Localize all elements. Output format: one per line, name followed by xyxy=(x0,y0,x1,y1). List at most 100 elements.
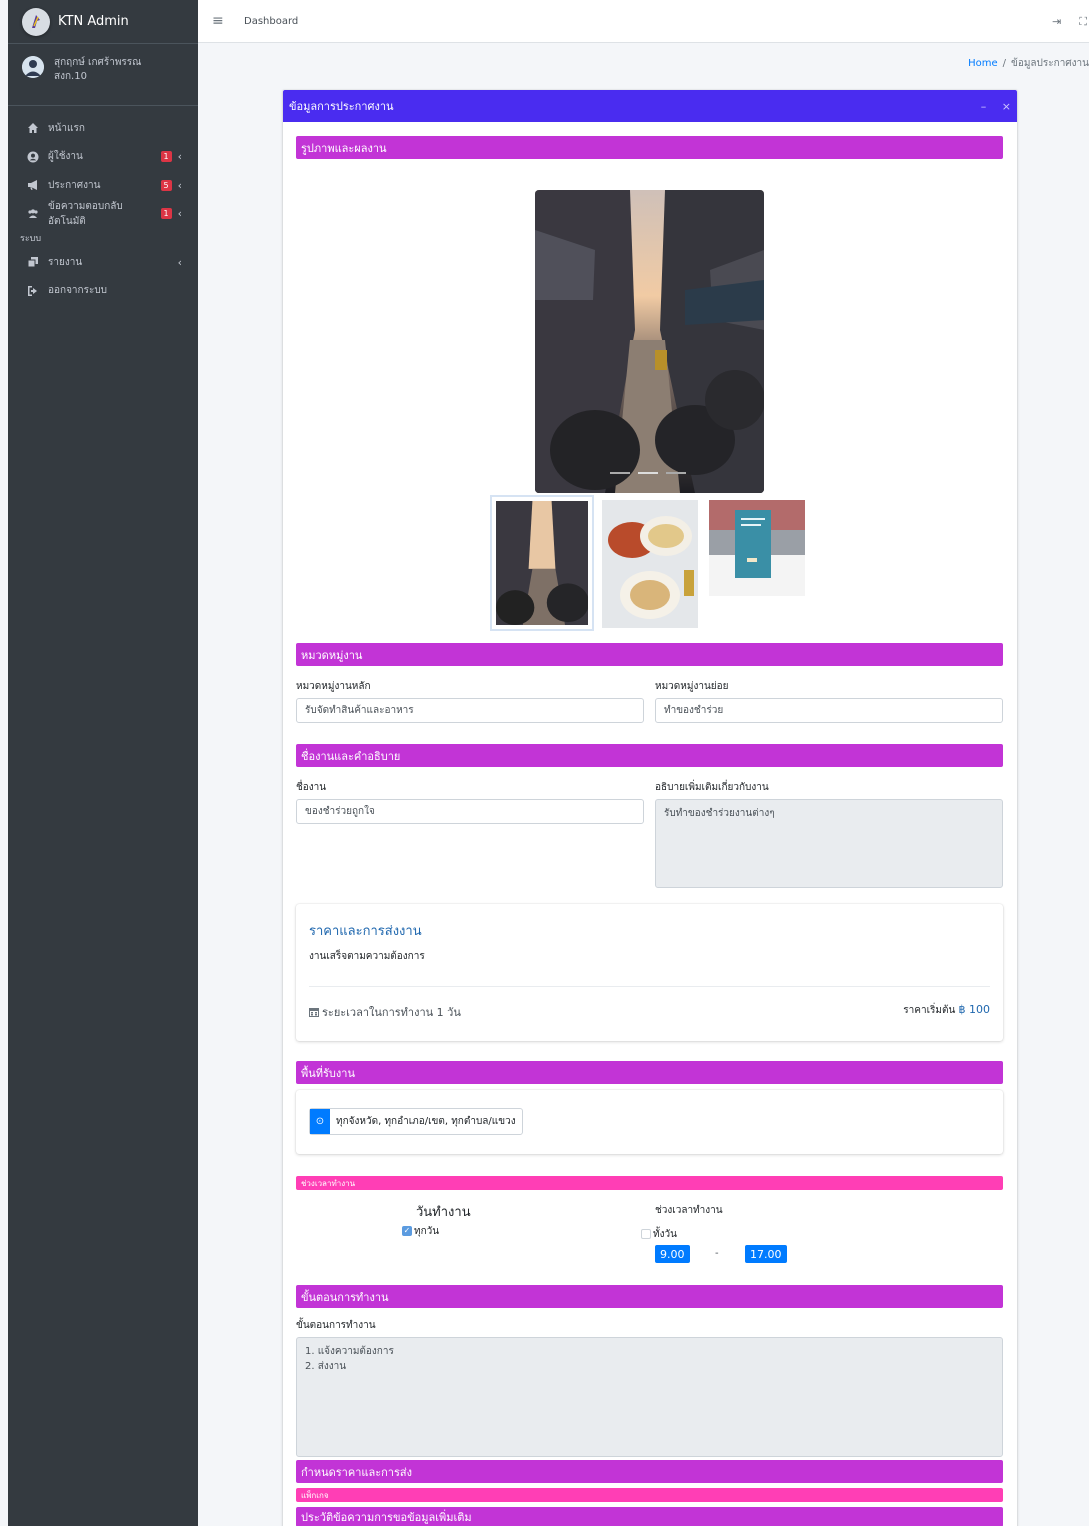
job-name-label: ชื่องาน xyxy=(296,782,327,793)
area-chip[interactable]: ⊙ ทุกจังหวัด, ทุกอำเภอ/เขต, ทุกตำบล/แขวง xyxy=(309,1108,523,1135)
sidebar-nav: หน้าแรก ผู้ใช้งาน 1 ‹ ประกาศงาน 5 ‹ ข้อค… xyxy=(8,114,198,305)
price-start-label: ราคาเริ่มต้น xyxy=(903,1005,956,1016)
breadcrumb-home-link[interactable]: Home xyxy=(968,58,998,69)
steps-label: ขั้นตอนการทำงาน xyxy=(296,1320,376,1331)
copy-icon xyxy=(26,255,40,269)
chevron-left-icon: ‹ xyxy=(177,255,182,269)
sidebar-item-label: ผู้ใช้งาน xyxy=(48,151,83,163)
sidebar-item-label: รายงาน xyxy=(48,256,83,268)
chevron-left-icon: ‹ xyxy=(177,207,182,221)
section-package: แพ็กเกจ xyxy=(296,1488,1003,1502)
brand-text: KTN Admin xyxy=(58,14,129,29)
user-circle-icon xyxy=(26,150,40,164)
section-pricing: กำหนดราคาและการส่ง xyxy=(296,1460,1003,1483)
all-day-label: ทั้งวัน xyxy=(653,1229,677,1240)
checkbox-unchecked-icon xyxy=(641,1229,651,1239)
sidebar: KTN Admin สุกฤกษ์ เกศร้าพรรณ สงก.10 หน้า… xyxy=(8,0,198,1526)
all-day-checkbox[interactable]: ทั้งวัน xyxy=(641,1227,677,1242)
notification-badge: 1 xyxy=(160,151,172,163)
price-start: ราคาเริ่มต้น ฿ 100 xyxy=(903,1003,990,1018)
start-time-badge: 9.00 xyxy=(655,1245,690,1263)
chevron-left-icon: ‹ xyxy=(177,178,182,192)
users-icon xyxy=(26,207,40,221)
section-work-time: ช่วงเวลาทำงาน xyxy=(296,1176,1003,1190)
fullscreen-icon[interactable]: ⛶ xyxy=(1079,15,1087,29)
end-time-badge: 17.00 xyxy=(745,1245,787,1263)
top-right-tools: ⇥ ⛶ xyxy=(1034,0,1089,43)
area-card: ⊙ ทุกจังหวัด, ทุกอำเภอ/เขต, ทุกตำบล/แขวง xyxy=(296,1090,1003,1154)
price-card: ราคาและการส่งงาน งานเสร็จตามความต้องการ … xyxy=(296,904,1003,1041)
price-start-amount: ฿ 100 xyxy=(958,1003,991,1016)
area-chip-text: ทุกจังหวัด, ทุกอำเภอ/เขต, ทุกตำบล/แขวง xyxy=(336,1116,516,1127)
breadcrumb-separator: / xyxy=(1002,58,1006,69)
notification-badge: 1 xyxy=(160,208,172,220)
top-navbar: ≡ Dashboard ⇥ ⛶ xyxy=(198,0,1089,43)
card-title: ข้อมูลการประกาศงาน xyxy=(289,100,394,113)
section-photos: รูปภาพและผลงาน xyxy=(296,136,1003,159)
price-description: งานเสร็จตามความต้องการ xyxy=(309,951,425,962)
breadcrumb-current: ข้อมูลประกาศงาน xyxy=(1010,58,1089,69)
every-day-checkbox[interactable]: ✓ ทุกวัน xyxy=(402,1224,439,1239)
price-duration-text: ระยะเวลาในการทำงาน 1 วัน xyxy=(322,1006,461,1019)
sub-category-label: หมวดหมู่งานย่อย xyxy=(655,681,729,692)
user-name-line2: สงก.10 xyxy=(54,71,87,82)
gallery-thumbnail-2[interactable] xyxy=(602,500,698,628)
price-title: ราคาและการส่งงาน xyxy=(309,924,422,939)
card-header: ข้อมูลการประกาศงาน – × xyxy=(283,90,1017,122)
divider xyxy=(309,986,990,987)
chevron-left-icon: ‹ xyxy=(177,150,182,164)
brand-link[interactable]: KTN Admin xyxy=(8,0,198,44)
card-tools: – × xyxy=(969,100,1011,113)
sidebar-item-auto-reply[interactable]: ข้อความตอบกลับอัตโนมัติ 1 ‹ xyxy=(8,200,198,229)
user-name-line1: สุกฤกษ์ เกศร้าพรรณ xyxy=(54,57,142,68)
home-icon xyxy=(26,121,40,135)
megaphone-icon xyxy=(26,178,40,192)
sidebar-item-label: ข้อความตอบกลับอัตโนมัติ xyxy=(48,200,123,227)
announcement-card: ข้อมูลการประกาศงาน – × รูปภาพและผลงาน หม… xyxy=(283,90,1017,1526)
every-day-label: ทุกวัน xyxy=(414,1226,440,1237)
user-name: สุกฤกษ์ เกศร้าพรรณ สงก.10 xyxy=(54,56,141,84)
check-circle-icon: ⊙ xyxy=(310,1109,330,1134)
time-separator: - xyxy=(715,1248,719,1259)
checkbox-checked-icon: ✓ xyxy=(402,1226,412,1236)
user-panel[interactable]: สุกฤกษ์ เกศร้าพรรณ สงก.10 xyxy=(8,44,198,106)
section-name-description: ชื่องานและคำอธิบาย xyxy=(296,744,1003,767)
hamburger-menu-icon[interactable]: ≡ xyxy=(212,13,226,29)
gallery-main-image[interactable] xyxy=(535,190,764,493)
section-history: ประวัติข้อความการขอข้อมูลเพิ่มเติม xyxy=(296,1507,1003,1526)
gallery-thumbnail-1[interactable] xyxy=(490,495,594,631)
dashboard-link[interactable]: Dashboard xyxy=(244,16,298,27)
main-category-label: หมวดหมู่งานหลัก xyxy=(296,681,371,692)
sidebar-item-label: ออกจากระบบ xyxy=(48,285,108,297)
work-days-title: วันทำงาน xyxy=(416,1205,471,1220)
sidebar-item-announcements[interactable]: ประกาศงาน 5 ‹ xyxy=(8,171,198,200)
job-name-field[interactable]: ของชำร่วยถูกใจ xyxy=(296,799,644,824)
section-category: หมวดหมู่งาน xyxy=(296,643,1003,666)
sidebar-item-label: ประกาศงาน xyxy=(48,179,101,191)
sidebar-item-logout[interactable]: ออกจากระบบ xyxy=(8,277,198,306)
section-area: พื้นที่รับงาน xyxy=(296,1061,1003,1084)
sub-category-field[interactable]: ทำของชำร่วย xyxy=(655,698,1003,723)
steps-textarea[interactable]: 1. แจ้งความต้องการ 2. ส่งงาน xyxy=(296,1337,1003,1457)
gallery-thumbnail-3[interactable] xyxy=(709,500,805,628)
sign-out-icon xyxy=(26,284,40,298)
work-hours-title: ช่วงเวลาทำงาน xyxy=(655,1205,723,1216)
notification-badge: 5 xyxy=(160,179,172,191)
job-description-label: อธิบายเพิ่มเติมเกี่ยวกับงาน xyxy=(655,782,769,793)
close-button[interactable]: × xyxy=(1002,100,1011,113)
sidebar-item-reports[interactable]: รายงาน ‹ xyxy=(8,248,198,277)
main-category-field[interactable]: รับจัดทำสินค้าและอาหาร xyxy=(296,698,644,723)
section-steps: ขั้นตอนการทำงาน xyxy=(296,1285,1003,1308)
brand-logo-icon xyxy=(22,7,50,36)
sidebar-item-users[interactable]: ผู้ใช้งาน 1 ‹ xyxy=(8,143,198,172)
calendar-icon xyxy=(309,1008,319,1017)
breadcrumb: Home / ข้อมูลประกาศงาน xyxy=(968,56,1089,71)
sign-out-icon[interactable]: ⇥ xyxy=(1052,15,1061,28)
avatar xyxy=(22,56,44,78)
sidebar-item-home[interactable]: หน้าแรก xyxy=(8,114,198,143)
job-description-textarea[interactable]: รับทำของชำร่วยงานต่างๆ xyxy=(655,799,1003,888)
sidebar-section-header: ระบบ xyxy=(20,234,42,244)
sidebar-item-label: หน้าแรก xyxy=(48,122,85,134)
collapse-button[interactable]: – xyxy=(981,100,987,113)
price-duration: ระยะเวลาในการทำงาน 1 วัน xyxy=(309,1003,461,1021)
